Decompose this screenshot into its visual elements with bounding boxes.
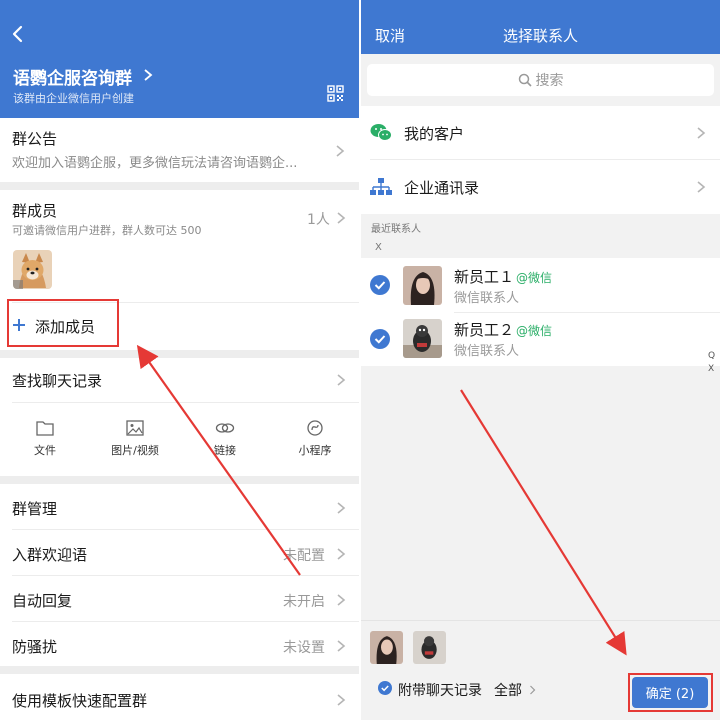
wechat-tag: @微信 — [516, 271, 553, 285]
chevron-right-icon — [530, 685, 536, 695]
chevron-right-icon — [337, 502, 346, 514]
wechat-icon — [370, 124, 392, 141]
tool-label: 链接 — [214, 444, 236, 457]
chevron-right-icon — [336, 145, 345, 157]
group-info-panel: 语鹦企服咨询群 该群由企业微信用户创建 群公告 欢迎加入语鹦企服，更多微信玩法请… — [0, 0, 359, 720]
selected-avatar[interactable] — [413, 631, 446, 664]
chevron-right-icon — [697, 127, 706, 139]
group-manage-button[interactable]: 群管理 — [12, 498, 57, 519]
my-customers-item[interactable]: 我的客户 — [404, 123, 464, 144]
checked-icon[interactable] — [370, 275, 390, 295]
index-letter: X — [375, 242, 382, 253]
confirm-highlight — [628, 673, 713, 712]
side-index-search[interactable]: Q — [708, 351, 715, 361]
divider — [12, 529, 359, 530]
tool-links[interactable]: 链接 — [180, 420, 270, 458]
members-count[interactable]: 1人 — [307, 209, 330, 229]
template-config-row[interactable]: 使用模板快速配置群 — [0, 674, 359, 720]
recent-contacts-list: 新员工１ @微信 微信联系人 新员工２ @微信 微信联系人 — [361, 258, 720, 366]
plus-icon[interactable] — [12, 318, 26, 332]
group-header: 语鹦企服咨询群 该群由企业微信用户创建 — [0, 0, 359, 118]
chevron-right-icon — [337, 374, 346, 386]
chevron-right-icon — [337, 212, 346, 224]
checked-icon[interactable] — [370, 329, 390, 349]
group-settings-card: 群管理 入群欢迎语 未配置 自动回复 未开启 防骚扰 未设置 — [0, 484, 359, 666]
tool-mini-program[interactable]: 小程序 — [270, 420, 359, 458]
wechat-tag: @微信 — [516, 324, 553, 338]
chevron-right-icon — [337, 694, 346, 706]
anti-spam-status: 未设置 — [283, 640, 325, 656]
members-title: 群成员 — [12, 202, 58, 220]
side-index-x[interactable]: X — [708, 364, 714, 374]
welcome-message-button[interactable]: 入群欢迎语 — [12, 544, 87, 565]
chevron-right-icon — [337, 548, 346, 560]
qr-code-icon[interactable] — [327, 85, 344, 102]
contact-avatar[interactable] — [403, 319, 442, 358]
group-subtitle: 该群由企业微信用户创建 — [13, 92, 134, 105]
divider — [454, 312, 720, 313]
mini-program-icon — [307, 420, 323, 436]
group-notice-row[interactable]: 群公告 欢迎加入语鹦企服，更多微信玩法请咨询语鹦企... — [0, 118, 359, 182]
members-subtitle: 可邀请微信用户进群，群人数可达 500 — [12, 224, 202, 237]
tool-images[interactable]: 图片/视频 — [90, 420, 180, 458]
contact-name-text: 新员工１ — [454, 268, 515, 286]
contact-sources-card: 我的客户 企业通讯录 — [361, 106, 720, 214]
org-directory-item[interactable]: 企业通讯录 — [404, 177, 479, 198]
welcome-message-status: 未配置 — [283, 548, 325, 564]
search-area: 搜索 — [361, 54, 720, 106]
add-member-button[interactable]: 添加成员 — [35, 316, 95, 337]
divider — [12, 402, 359, 403]
chat-history-card: 查找聊天记录 — [0, 358, 359, 476]
contact-name-text: 新员工２ — [454, 321, 515, 339]
notice-title: 群公告 — [12, 130, 58, 148]
chevron-right-icon — [697, 181, 706, 193]
search-icon — [518, 73, 532, 87]
chevron-right-icon — [337, 640, 346, 652]
attach-history-label[interactable]: 附带聊天记录 — [398, 680, 482, 700]
auto-reply-button[interactable]: 自动回复 — [12, 590, 72, 611]
notice-content: 欢迎加入语鹦企服，更多微信玩法请咨询语鹦企... — [12, 156, 298, 171]
back-arrow-icon[interactable] — [8, 24, 28, 44]
tool-label: 文件 — [34, 444, 56, 457]
recent-contacts-label: 最近联系人 — [371, 224, 421, 235]
tool-label: 小程序 — [298, 444, 332, 457]
divider — [12, 575, 359, 576]
contact-avatar[interactable] — [403, 266, 442, 305]
cancel-button[interactable]: 取消 — [375, 25, 405, 46]
select-contacts-panel: 选择联系人 取消 搜索 我的客户 企业通讯录 最近联系人 X 新员工１ @微信 … — [361, 0, 720, 720]
folder-icon — [36, 421, 54, 436]
tool-label: 图片/视频 — [111, 444, 159, 457]
image-icon — [126, 420, 144, 436]
checked-icon[interactable] — [378, 681, 392, 695]
contact-type: 微信联系人 — [454, 291, 520, 306]
history-scope[interactable]: 全部 — [494, 680, 522, 700]
contact-type: 微信联系人 — [454, 344, 520, 359]
divider — [12, 621, 359, 622]
select-title: 选择联系人 — [502, 27, 578, 45]
selected-avatar[interactable] — [370, 631, 403, 664]
chevron-right-icon — [337, 594, 346, 606]
group-name[interactable]: 语鹦企服咨询群 — [13, 64, 132, 89]
divider — [370, 159, 720, 160]
search-placeholder: 搜索 — [535, 73, 564, 89]
select-header: 选择联系人 取消 — [361, 0, 720, 54]
find-history-button[interactable]: 查找聊天记录 — [12, 370, 102, 391]
tool-files[interactable]: 文件 — [0, 420, 90, 458]
chevron-right-icon[interactable] — [142, 68, 154, 82]
link-icon — [215, 423, 235, 433]
contact-name[interactable]: 新员工２ @微信 — [454, 319, 552, 340]
auto-reply-status: 未开启 — [283, 594, 325, 610]
org-chart-icon — [370, 178, 392, 195]
search-input[interactable]: 搜索 — [367, 64, 714, 96]
member-avatar[interactable] — [13, 250, 52, 289]
contact-name[interactable]: 新员工１ @微信 — [454, 266, 552, 287]
template-config-label: 使用模板快速配置群 — [12, 692, 148, 710]
anti-spam-button[interactable]: 防骚扰 — [12, 636, 57, 657]
